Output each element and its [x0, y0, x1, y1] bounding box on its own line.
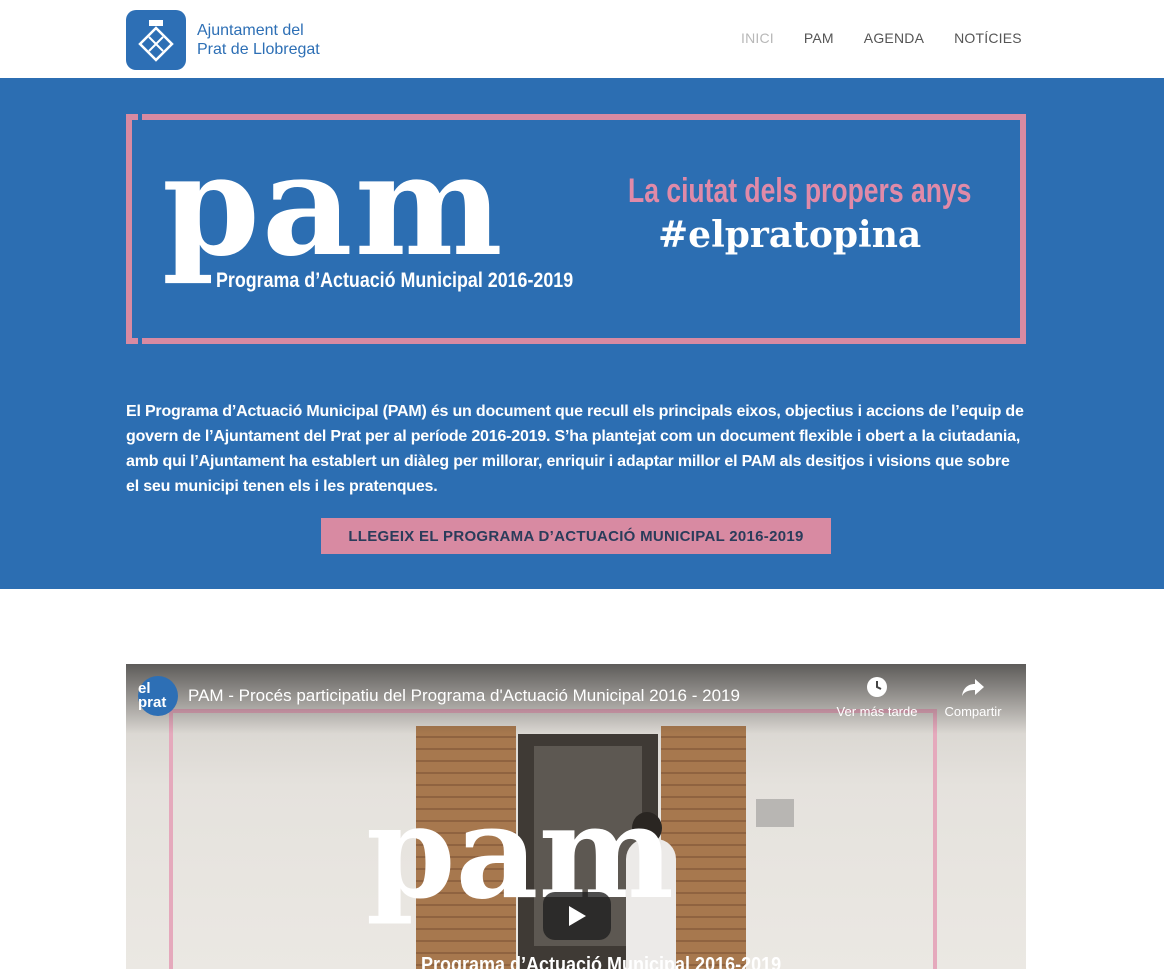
- main-nav: INICI PAM AGENDA NOTÍCIES: [741, 30, 1022, 46]
- banner-frame-gap: [138, 114, 142, 344]
- banner-pam-word: pam: [162, 124, 505, 288]
- share-arrow-icon: [962, 679, 984, 696]
- clock-icon: [867, 677, 887, 697]
- share-button[interactable]: Compartir: [928, 676, 1018, 719]
- site-logo[interactable]: Ajuntament del Prat de Llobregat: [126, 10, 320, 70]
- coat-of-arms-icon: [126, 10, 186, 70]
- pam-banner: pam Programa d’Actuació Municipal 2016-2…: [126, 114, 1026, 344]
- watch-later-button[interactable]: Ver más tarde: [832, 676, 922, 719]
- share-label: Compartir: [944, 704, 1002, 719]
- hero-section: pam Programa d’Actuació Municipal 2016-2…: [0, 78, 1164, 589]
- top-bar: Ajuntament del Prat de Llobregat INICI P…: [0, 0, 1164, 78]
- intro-paragraph: El Programa d’Actuació Municipal (PAM) é…: [126, 403, 1024, 495]
- video-player[interactable]: el prat PAM - Procés participatiu del Pr…: [126, 664, 1026, 969]
- banner-pam-subtitle: Programa d’Actuació Municipal 2016-2019: [216, 269, 574, 292]
- wall-sign: [756, 799, 794, 827]
- banner-hashtag: #elpratopina: [658, 214, 922, 256]
- watch-later-label: Ver más tarde: [836, 704, 918, 719]
- logo-text: Ajuntament del Prat de Llobregat: [197, 21, 320, 59]
- nav-item-inici[interactable]: INICI: [741, 30, 774, 46]
- logo-line-1: Ajuntament del: [197, 22, 304, 39]
- play-icon: [569, 906, 586, 926]
- play-button[interactable]: [543, 892, 611, 940]
- nav-item-agenda[interactable]: AGENDA: [864, 30, 924, 46]
- video-overlay-subtitle: Programa d’Actuació Municipal 2016-2019: [421, 954, 782, 969]
- video-overlay-pam-word: pam: [366, 778, 674, 928]
- read-program-button[interactable]: LLEGEIX EL PROGRAMA D’ACTUACIÓ MUNICIPAL…: [321, 518, 831, 554]
- video-title[interactable]: PAM - Procés participatiu del Programa d…: [188, 686, 740, 706]
- banner-tagline: La ciutat dels propers anys: [628, 172, 972, 210]
- nav-item-noticies[interactable]: NOTÍCIES: [954, 30, 1022, 46]
- nav-item-pam[interactable]: PAM: [804, 30, 834, 46]
- logo-line-2: Prat de Llobregat: [197, 41, 320, 58]
- channel-avatar[interactable]: el prat: [138, 676, 178, 716]
